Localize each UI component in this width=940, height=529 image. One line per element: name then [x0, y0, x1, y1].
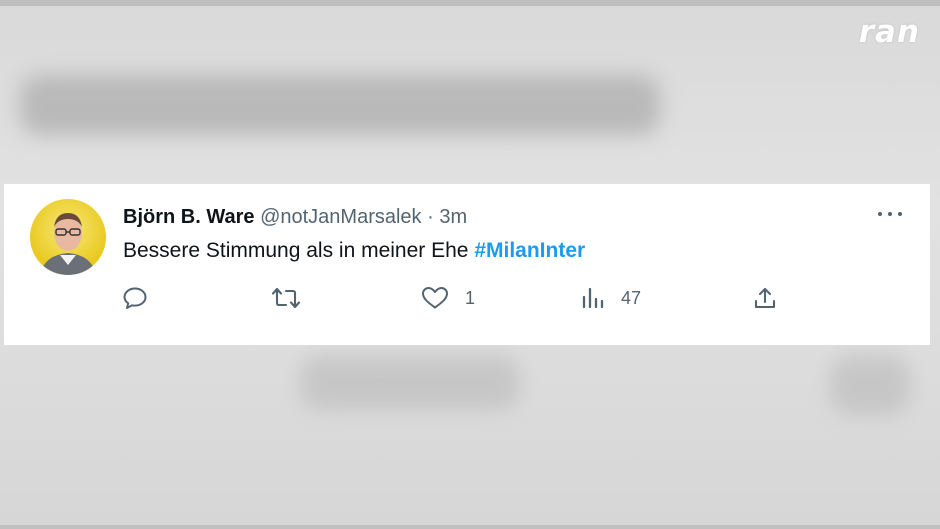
avatar[interactable] [30, 199, 106, 275]
tweet-text: Bessere Stimmung als in meiner Ehe #Mila… [123, 239, 585, 263]
more-horizontal-icon [878, 212, 882, 216]
tweet-time[interactable]: 3m [439, 206, 467, 228]
views-count: 47 [621, 287, 642, 308]
top-band [0, 0, 940, 6]
hashtag-link[interactable]: #MilanInter [474, 239, 585, 262]
author-name[interactable]: Björn B. Ware [123, 206, 255, 228]
tweet-header: Björn B. Ware @notJanMarsalek · 3m [123, 206, 467, 229]
views-icon [581, 286, 605, 310]
reply-icon [123, 286, 149, 310]
ran-logo: ran [858, 14, 920, 50]
retweet-button[interactable] [271, 286, 301, 310]
like-button[interactable]: 1 [421, 286, 475, 310]
heart-icon [421, 286, 449, 310]
share-icon [753, 286, 777, 310]
bottom-band [0, 525, 940, 529]
views-button[interactable]: 47 [581, 286, 641, 310]
blurred-shape [830, 355, 910, 415]
tweet-body: Bessere Stimmung als in meiner Ehe [123, 239, 475, 262]
separator: · [427, 206, 434, 228]
more-horizontal-icon [888, 212, 892, 216]
more-horizontal-icon [898, 212, 902, 216]
author-handle[interactable]: @notJanMarsalek [260, 206, 421, 228]
blurred-shape [300, 355, 520, 410]
more-button[interactable] [877, 206, 903, 222]
retweet-icon [271, 286, 301, 310]
blurred-shape [20, 75, 660, 135]
share-button[interactable] [753, 286, 777, 310]
reply-button[interactable] [123, 286, 149, 310]
tweet-card[interactable]: Björn B. Ware @notJanMarsalek · 3m Besse… [4, 184, 930, 345]
like-count: 1 [465, 287, 476, 308]
avatar-portrait [40, 213, 96, 275]
